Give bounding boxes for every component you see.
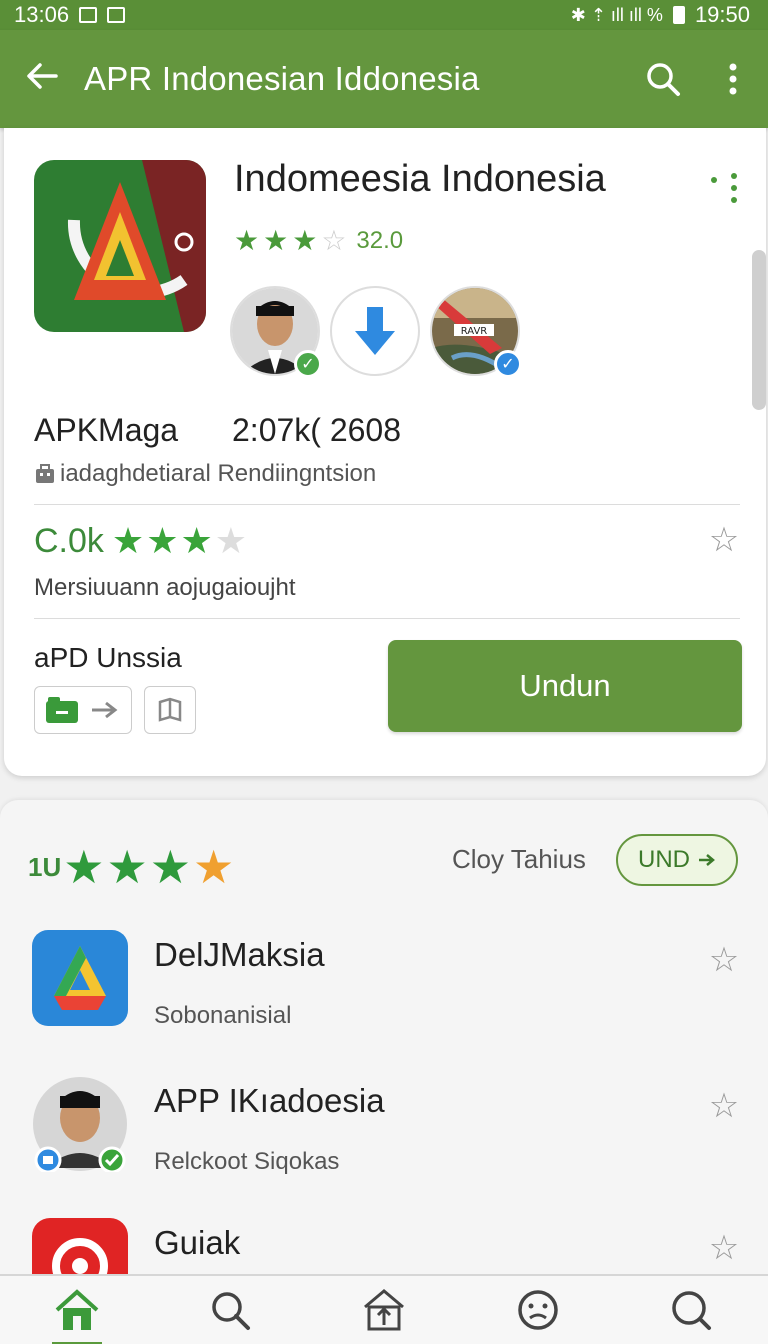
chip-row [34,686,196,734]
status-bar: 13:06 ✱ ⇡ ıll ıll % 19:50 [0,0,768,30]
app-red-icon [32,1218,128,1274]
favorite-star-icon[interactable]: ☆ [704,520,744,560]
list-item[interactable]: APP IKıadoesia Relckoot Siqokas ☆ [0,1076,768,1216]
section-prefix: 1U [28,851,62,882]
battery-icon [672,6,685,24]
score-value: C.0k [34,521,104,560]
notification-icon [79,7,98,23]
favorite-star-icon[interactable]: ☆ [702,938,746,982]
avatar[interactable]: RAVR ✓ [430,286,522,378]
score-stars: ★★★★ [111,520,250,561]
install-button[interactable]: Undun [388,640,742,732]
page-title: APR Indonesian Iddonesia [84,60,480,97]
download-avatar[interactable] [330,286,420,376]
message-icon [107,7,126,23]
briefcase-icon [36,464,54,483]
app-bar: APR Indonesian Iddonesia [0,30,768,128]
arrow-right-icon [699,854,715,866]
arrow-left-icon[interactable] [0,58,84,101]
list-item-name: Guiak [154,1224,241,1261]
verified-check-icon: ✓ [294,350,322,378]
drive-app-icon [32,930,128,1026]
list-item-subtitle: Sobonanisial [154,1002,292,1029]
list-item[interactable]: Guiak ☆ [0,1218,768,1274]
avatar[interactable]: ✓ [230,286,322,378]
section-rating: 1U ★★★ ★ [28,840,236,894]
book-icon [158,697,182,722]
pill-label: UND [638,846,690,873]
rating-star-gold: ★ [192,841,237,893]
nav-face-icon[interactable] [503,1280,573,1340]
rating-stars: ★★★☆ [234,225,351,256]
status-time-left: 13:06 [14,2,70,27]
nav-upload-icon[interactable] [349,1280,419,1340]
avatar-caption: RAVR [461,326,488,337]
folder-icon [46,697,78,723]
list-item-subtitle: Relckoot Siqokas [154,1148,340,1175]
size-info: 2:07k( 2608 [232,412,402,448]
library-chip[interactable] [144,686,196,734]
arrow-right-icon [92,701,118,719]
apd-label: aPD Unssia [34,642,182,673]
score-description: Mersiuuann aojugaioujht [34,574,296,601]
favorite-star-icon[interactable]: ☆ [702,1226,746,1270]
divider [34,504,740,505]
developer-name: APKMaga [34,412,179,448]
divider [34,618,740,619]
developer-subtitle-text: iadaghdetiaral Rendiingntsion [60,460,377,487]
rating-stars: ★★★ [63,841,193,893]
favorite-star-icon[interactable]: ☆ [702,1084,746,1128]
list-item[interactable]: DelJMaksia Sobonanisial ☆ [0,930,768,1070]
share-chip[interactable] [34,686,132,734]
avatar [32,1076,128,1174]
more-vertical-icon[interactable] [698,44,768,114]
related-apps-card: 1U ★★★ ★ Cloy Tahius UND DelJMaksia Sobon… [0,800,768,1280]
more-options-icon[interactable] [704,168,744,208]
list-item-name: APP IKıadoesia [154,1082,385,1119]
rating-row: ★★★☆ 32.0 [234,224,403,257]
avatar-row: ✓ RAVR ✓ [230,286,522,378]
verified-check-icon: ✓ [494,350,522,378]
und-pill-button[interactable]: UND [616,834,738,886]
search-icon[interactable] [628,44,698,114]
signal-icons: ✱ ⇡ ıll ıll % [570,4,663,25]
app-detail-card: Indomeesia Indonesia ★★★☆ 32.0 ✓ RAVR ✓ … [4,128,766,776]
scrollbar[interactable] [752,250,766,410]
app-logo-icon [34,160,206,332]
developer-subtitle: iadaghdetiaral Rendiingntsion [34,460,376,488]
status-time-right: 19:50 [694,2,750,27]
list-item-name: DelJMaksia [154,936,325,973]
score-row: C.0k ★★★★ [34,520,249,562]
nav-search-icon[interactable] [195,1280,265,1340]
app-name: Indomeesia Indonesia [234,158,606,200]
rating-value: 32.0 [356,226,404,254]
section-label: Cloy Tahius [452,844,586,874]
nav-search-alt-icon[interactable] [656,1280,726,1340]
bottom-navigation [0,1274,768,1344]
nav-home-icon[interactable] [42,1280,112,1344]
